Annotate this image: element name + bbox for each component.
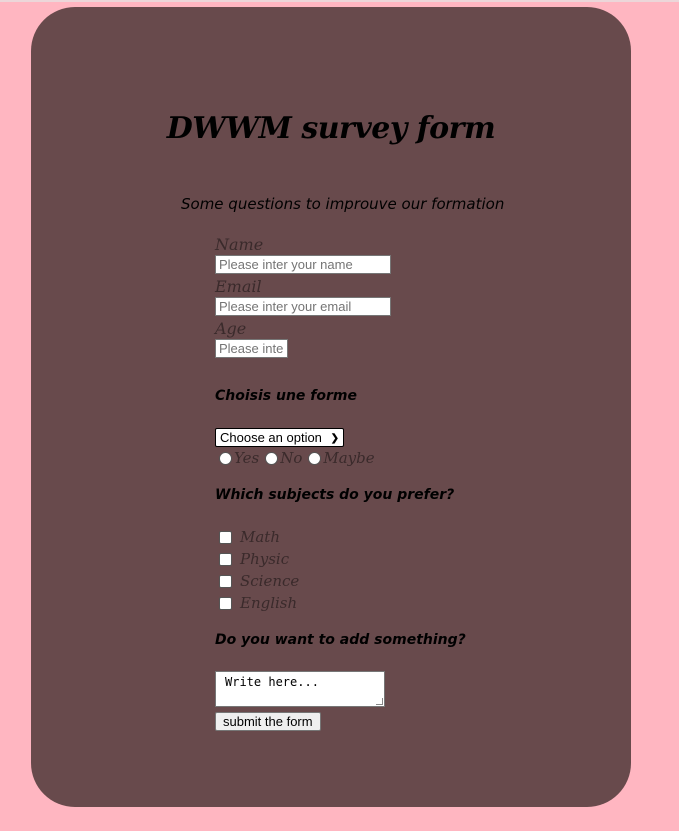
- subject-row-physic: Physic: [219, 548, 299, 570]
- chevron-down-icon: ❯: [330, 433, 339, 444]
- comment-textarea[interactable]: Write here...: [215, 671, 385, 707]
- radio-yes-label: Yes: [234, 449, 260, 467]
- top-divider: [0, 0, 679, 2]
- checkbox-english-label: English: [240, 594, 298, 612]
- radio-maybe-label: Maybe: [323, 449, 375, 467]
- checkbox-english[interactable]: [219, 596, 232, 610]
- checkbox-science[interactable]: [219, 574, 232, 588]
- name-label: Name: [215, 235, 264, 254]
- extra-question: Do you want to add something?: [215, 632, 466, 648]
- radio-no-label: No: [280, 449, 303, 467]
- subjects-checkbox-group: Math Physic Science English: [219, 526, 299, 614]
- name-input[interactable]: [215, 255, 391, 274]
- subject-row-math: Math: [219, 526, 299, 548]
- checkbox-physic[interactable]: [219, 552, 232, 566]
- radio-no[interactable]: [265, 451, 279, 465]
- email-input[interactable]: [215, 297, 391, 316]
- subject-row-english: English: [219, 592, 299, 614]
- subject-row-science: Science: [219, 570, 299, 592]
- radio-maybe[interactable]: [308, 451, 322, 465]
- option-select-value: Choose an option: [220, 430, 322, 445]
- survey-form: Name Email Age Choisis une forme Choose …: [215, 235, 515, 731]
- shape-question: Choisis une forme: [215, 388, 357, 404]
- survey-card: DWWM survey form Some questions to impro…: [31, 7, 631, 807]
- submit-button[interactable]: submit the form: [215, 712, 321, 731]
- comment-textarea-placeholder: Write here...: [225, 675, 319, 689]
- page-subtitle: Some questions to improuve our formation: [181, 195, 505, 213]
- radio-yes[interactable]: [219, 451, 232, 465]
- checkbox-math[interactable]: [219, 530, 232, 544]
- age-label: Age: [215, 319, 247, 338]
- checkbox-physic-label: Physic: [240, 550, 290, 568]
- option-select[interactable]: Choose an option ❯: [215, 428, 344, 447]
- answer-radio-group: Yes No Maybe: [219, 449, 381, 467]
- subjects-question: Which subjects do you prefer?: [215, 487, 455, 503]
- email-label: Email: [215, 277, 262, 296]
- checkbox-math-label: Math: [240, 528, 280, 546]
- page-title: DWWM survey form: [166, 111, 496, 146]
- resize-handle-icon[interactable]: [376, 698, 383, 705]
- checkbox-science-label: Science: [240, 572, 300, 590]
- age-input[interactable]: [215, 339, 288, 358]
